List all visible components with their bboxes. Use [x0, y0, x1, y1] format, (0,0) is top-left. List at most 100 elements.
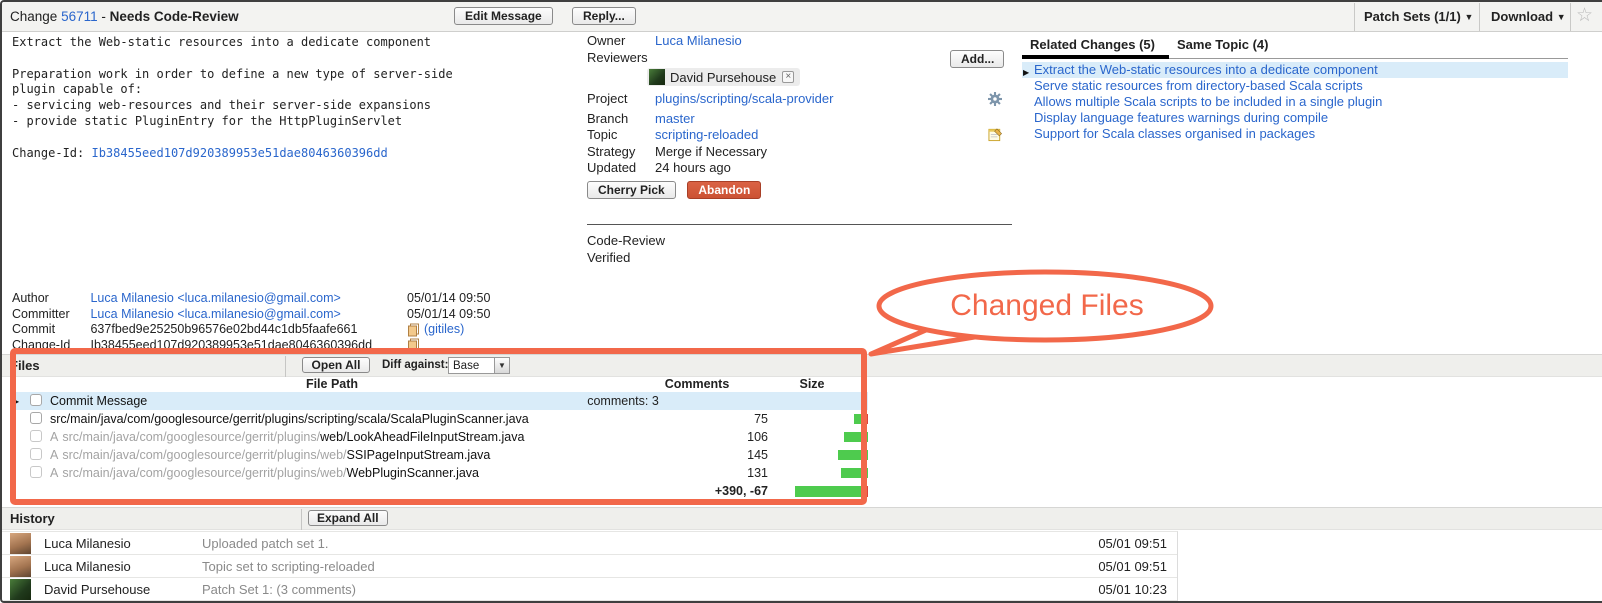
history-row[interactable]: David Pursehouse Patch Set 1: (3 comment… — [2, 578, 1177, 601]
change-id-label: Change-Id — [12, 338, 87, 354]
related-change-item[interactable]: Support for Scala classes organised in p… — [1022, 126, 1568, 142]
patch-sets-dropdown[interactable]: Patch Sets (1/1) ▼ — [1364, 9, 1473, 24]
files-section-header: Files Open All Diff against: Base ▼ — [2, 354, 1602, 377]
file-row[interactable]: Asrc/main/java/com/googlesource/gerrit/p… — [12, 428, 868, 446]
remove-reviewer-icon[interactable]: × — [782, 71, 794, 83]
col-size: Size — [762, 377, 862, 391]
gitiles-link[interactable]: (gitiles) — [424, 322, 464, 338]
file-row[interactable]: Asrc/main/java/com/googlesource/gerrit/p… — [12, 464, 868, 482]
commit-label: Commit — [12, 322, 87, 338]
related-change-item[interactable]: Allows multiple Scala scripts to be incl… — [1022, 94, 1568, 110]
add-reviewer-button[interactable]: Add... — [950, 50, 1004, 68]
file-size-count: 106 — [698, 430, 768, 444]
file-row[interactable]: src/main/java/com/googlesource/gerrit/pl… — [12, 410, 868, 428]
download-dropdown[interactable]: Download ▼ — [1491, 9, 1566, 24]
annotation-bubble-tail — [871, 316, 1005, 354]
file-size-bar — [768, 410, 868, 428]
change-status: Needs Code-Review — [110, 9, 239, 24]
file-name[interactable]: src/main/java/com/googlesource/gerrit/pl… — [50, 412, 529, 426]
file-checkbox[interactable] — [30, 448, 42, 460]
file-size-bar — [768, 428, 868, 446]
file-name[interactable]: SSIPageInputStream.java — [347, 448, 491, 462]
related-change-item[interactable]: ▶ Extract the Web-static resources into … — [1022, 62, 1568, 78]
author-label: Author — [12, 291, 87, 307]
branch-link[interactable]: master — [655, 111, 695, 128]
file-size-count: 131 — [698, 466, 768, 480]
related-change-item[interactable]: Display language features warnings durin… — [1022, 110, 1568, 126]
edit-topic-icon[interactable] — [988, 127, 1003, 145]
project-link[interactable]: plugins/scripting/scala-provider — [655, 91, 833, 108]
file-row[interactable]: Asrc/main/java/com/googlesource/gerrit/p… — [12, 446, 868, 464]
edit-message-button[interactable]: Edit Message — [454, 7, 553, 25]
file-name[interactable]: Commit Message — [50, 394, 147, 408]
diff-against-select[interactable]: Base ▼ — [448, 357, 510, 374]
commit-message-block: Extract the Web-static resources into a … — [12, 35, 557, 161]
change-number-link[interactable]: 56711 — [61, 9, 98, 24]
file-checkbox[interactable] — [30, 412, 42, 424]
tab-related-changes[interactable]: Related Changes (5) — [1022, 35, 1169, 59]
gear-icon[interactable] — [988, 92, 1002, 109]
file-name[interactable]: web/LookAheadFileInputStream.java — [320, 430, 524, 444]
patch-sets-label: Patch Sets (1/1) — [1364, 9, 1461, 24]
band-divider — [301, 509, 302, 530]
author-link[interactable]: Luca Milanesio <luca.milanesio@gmail.com… — [90, 291, 340, 305]
related-change-link[interactable]: Support for Scala classes organised in p… — [1034, 126, 1315, 141]
file-size-bar — [768, 464, 868, 482]
related-change-link[interactable]: Display language features warnings durin… — [1034, 110, 1328, 125]
file-path-prefix: src/main/java/com/googlesource/gerrit/pl… — [62, 430, 320, 444]
code-review-label: Code-Review — [587, 232, 665, 249]
star-icon[interactable]: ☆ — [1576, 4, 1593, 27]
copy-icon[interactable] — [407, 323, 420, 337]
file-row-commit-message[interactable]: ▶ Commit Message comments: 3 — [12, 392, 868, 410]
committer-label: Committer — [12, 307, 87, 323]
history-row[interactable]: Luca Milanesio Topic set to scripting-re… — [2, 555, 1177, 578]
history-section-header: History Expand All — [2, 507, 1602, 530]
files-total-row: +390, -67 — [12, 482, 868, 500]
related-change-item[interactable]: Serve static resources from directory-ba… — [1022, 78, 1568, 94]
file-size-bar — [768, 446, 868, 464]
change-id-link[interactable]: Ib38455eed107d920389953e51dae8046360396d… — [91, 146, 387, 160]
files-total-bar — [768, 482, 868, 500]
topbar-divider — [1354, 3, 1355, 31]
expand-all-button[interactable]: Expand All — [308, 510, 388, 526]
annotation-bubble — [879, 272, 1211, 340]
file-checkbox[interactable] — [30, 394, 42, 406]
change-title: Change 56711 - Needs Code-Review — [10, 9, 239, 24]
verified-label: Verified — [587, 249, 665, 266]
related-change-link[interactable]: Serve static resources from directory-ba… — [1034, 78, 1363, 93]
committer-link[interactable]: Luca Milanesio <luca.milanesio@gmail.com… — [90, 307, 340, 321]
copy-icon[interactable] — [407, 338, 420, 352]
history-timestamp: 05/01 09:51 — [1067, 536, 1177, 551]
topbar-divider — [1570, 3, 1571, 31]
file-checkbox[interactable] — [30, 430, 42, 442]
tab-same-topic[interactable]: Same Topic (4) — [1169, 35, 1283, 59]
commit-row: Commit 637fbed9e25250b96576e02bd44c1db5f… — [12, 322, 572, 338]
avatar — [649, 69, 665, 85]
abandon-button[interactable]: Abandon — [687, 181, 761, 199]
file-status-added: A — [50, 430, 58, 444]
file-comments: comments: 3 — [548, 394, 698, 408]
history-row[interactable]: Luca Milanesio Uploaded patch set 1. 05/… — [2, 532, 1177, 555]
files-title: Files — [10, 358, 40, 373]
related-change-link[interactable]: Extract the Web-static resources into a … — [1034, 62, 1378, 77]
reply-button[interactable]: Reply... — [572, 7, 636, 25]
commit-info-table: Author Luca Milanesio <luca.milanesio@gm… — [12, 291, 572, 354]
topic-link[interactable]: scripting-reloaded — [655, 127, 758, 144]
related-change-link[interactable]: Allows multiple Scala scripts to be incl… — [1034, 94, 1382, 109]
file-size-count: 145 — [698, 448, 768, 462]
cherry-pick-button[interactable]: Cherry Pick — [587, 181, 676, 199]
file-name[interactable]: WebPluginScanner.java — [347, 466, 480, 480]
col-file-path: File Path — [12, 377, 652, 391]
files-total-count: +390, -67 — [698, 484, 768, 498]
top-header-bar: Change 56711 - Needs Code-Review Edit Me… — [2, 2, 1602, 32]
topbar-divider — [1479, 3, 1480, 31]
history-title: History — [10, 511, 55, 526]
history-message: Uploaded patch set 1. — [202, 536, 1067, 551]
selected-row-marker-icon: ▶ — [12, 397, 24, 406]
owner-link[interactable]: Luca Milanesio — [655, 33, 742, 50]
files-table-header: File Path Comments Size — [12, 377, 868, 392]
open-all-button[interactable]: Open All — [302, 357, 370, 373]
file-checkbox[interactable] — [30, 466, 42, 478]
reviewer-chip: David Pursehouse × — [647, 68, 800, 86]
diff-against-label: Diff against: — [382, 359, 448, 371]
